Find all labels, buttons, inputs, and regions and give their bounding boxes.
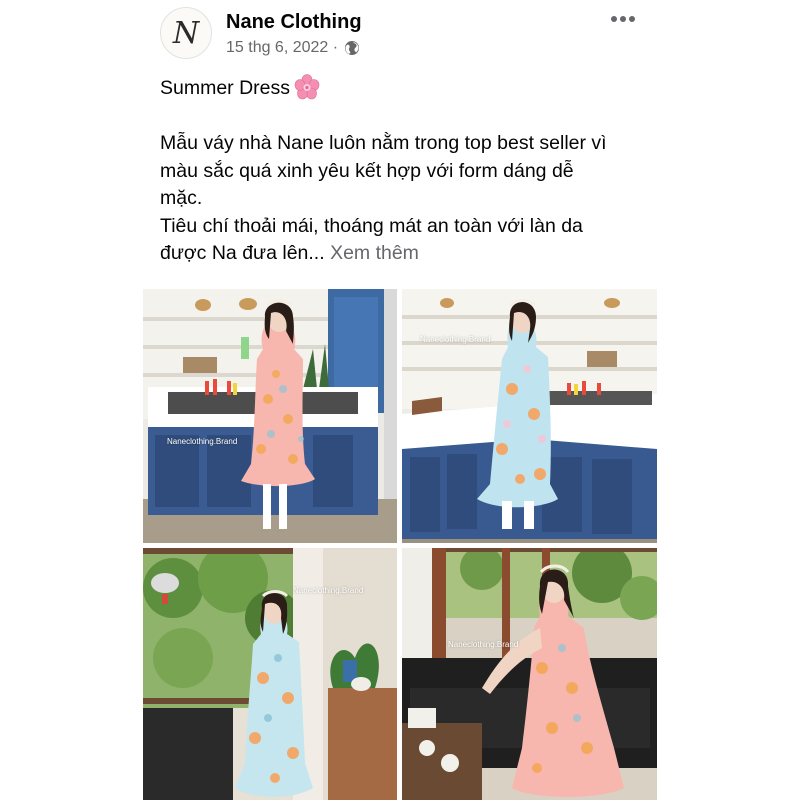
page-name-link[interactable]: Nane Clothing xyxy=(226,11,362,34)
photo-watermark: Naneclothing.Brand xyxy=(293,586,364,595)
photo-grid: Naneclothing.Brand Naneclothing.Brand Na… xyxy=(143,289,657,800)
photo-blue-dress-window[interactable]: Naneclothing.Brand xyxy=(143,548,397,800)
body-line-2: màu sắc quá xinh yêu kết hợp với form dá… xyxy=(160,159,574,182)
post-message: Summer Dress Mẫu váy nhà Nane luôn nằm t… xyxy=(160,74,650,268)
page-avatar[interactable]: N xyxy=(160,7,212,59)
see-more-link[interactable]: Xem thêm xyxy=(330,242,419,264)
body-line-5-container: được Na đưa lên... Xem thêm xyxy=(160,240,650,268)
cherry-blossom-icon xyxy=(294,74,320,100)
post-title-line: Summer Dress xyxy=(160,74,650,103)
body-line-5: được Na đưa lên... xyxy=(160,242,325,264)
photo-blue-dress-kitchen[interactable]: Naneclothing.Brand xyxy=(402,289,657,543)
post-meta: 15 thg 6, 2022 · xyxy=(226,39,360,57)
more-options-button[interactable] xyxy=(608,9,638,29)
photo-pink-dress-kitchen[interactable]: Naneclothing.Brand xyxy=(143,289,397,543)
avatar-logo-letter: N xyxy=(172,15,200,51)
photo-pink-dress-sofa[interactable]: Naneclothing.Brand xyxy=(402,548,657,800)
photo-watermark: Naneclothing.Brand xyxy=(167,437,238,446)
photo-watermark: Naneclothing.Brand xyxy=(448,640,519,649)
body-line-1: Mẫu váy nhà Nane luôn nằm trong top best… xyxy=(160,132,607,154)
photo-watermark: Naneclothing.Brand xyxy=(420,335,491,344)
post-header: N Nane Clothing 15 thg 6, 2022 · xyxy=(160,5,640,63)
more-horizontal-icon xyxy=(611,16,635,22)
body-line-3: mặc. xyxy=(160,187,203,209)
globe-icon xyxy=(344,40,360,56)
post-title: Summer Dress xyxy=(160,77,291,99)
post-date[interactable]: 15 thg 6, 2022 · xyxy=(226,39,338,57)
body-line-4: Tiêu chí thoải mái, thoáng mát an toàn v… xyxy=(160,214,583,237)
